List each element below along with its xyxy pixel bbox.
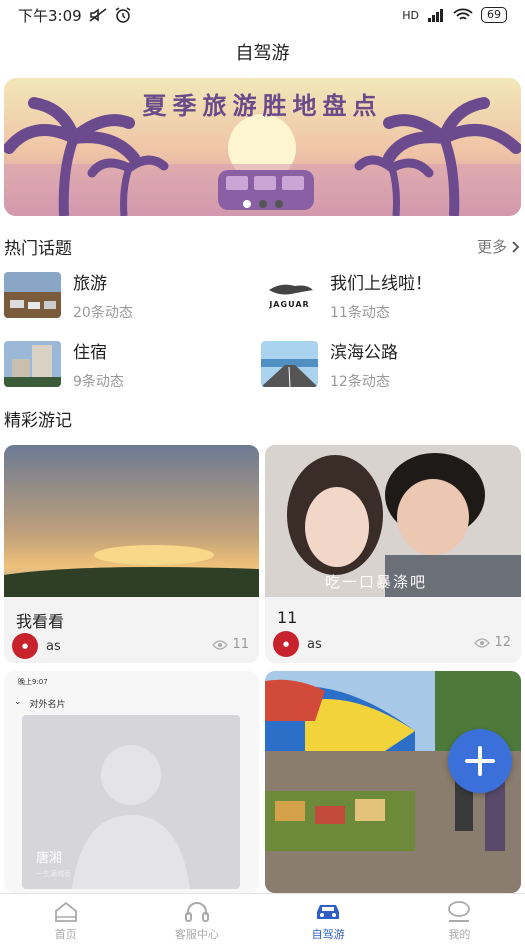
home-icon	[54, 901, 77, 922]
travel-note-card[interactable]: 晚上9:07 ⌄ 对外名片 唐湘 一生满城香	[4, 671, 259, 893]
nav-bar: 自驾游	[0, 30, 525, 74]
screenshot-header: ⌄ 对外名片	[14, 697, 66, 710]
car-icon	[317, 904, 340, 919]
hot-topics-title: 热门话题	[4, 239, 72, 259]
topic-thumbnail	[261, 341, 318, 387]
status-time: 下午3:09	[18, 6, 82, 25]
headset-icon	[184, 901, 209, 922]
card-image-screenshot: 晚上9:07 ⌄ 对外名片 唐湘 一生满城香	[4, 671, 259, 893]
topic-count: 12条动态	[330, 374, 390, 390]
topic-name: 旅游	[73, 274, 107, 294]
more-label: 更多	[476, 238, 507, 256]
card-title: 11	[277, 608, 298, 627]
card-title: 我看看	[16, 612, 65, 631]
topic-item-launch[interactable]: JAGUAR 我们上线啦！ 11条动态	[261, 272, 432, 322]
jaguar-logo-text: JAGUAR	[269, 300, 310, 309]
tab-customer-service[interactable]: 客服中心	[131, 894, 262, 948]
view-count: 11	[232, 637, 249, 652]
topic-name: 滨海公路	[330, 343, 398, 363]
topic-item-coastal-road[interactable]: 滨海公路 12条动态	[261, 341, 398, 391]
signal-icon	[428, 9, 443, 22]
card-author[interactable]: ● as	[12, 633, 61, 659]
topic-thumbnail: JAGUAR	[261, 272, 318, 318]
avatar: ●	[12, 633, 38, 659]
topic-thumbnail	[4, 341, 61, 387]
plus-icon	[465, 746, 495, 776]
chevron-right-icon	[512, 240, 520, 253]
topic-count: 9条动态	[73, 374, 124, 390]
status-bar: 下午3:09 HD 69	[0, 0, 525, 30]
topic-thumbnail	[4, 272, 61, 318]
card-image-sunset	[4, 445, 259, 597]
topic-count: 20条动态	[73, 305, 133, 321]
tab-profile[interactable]: 我的	[394, 894, 525, 948]
tab-home[interactable]: 首页	[0, 894, 131, 948]
card-author[interactable]: ● as	[273, 631, 322, 657]
tab-label: 我的	[448, 927, 471, 941]
topic-item-travel[interactable]: 旅游 20条动态	[4, 272, 133, 322]
travel-notes-title: 精彩游记	[4, 411, 72, 431]
screenshot-person-name: 唐湘	[36, 851, 63, 866]
avatar: ●	[273, 631, 299, 657]
author-name: as	[46, 638, 61, 654]
mute-icon	[89, 8, 107, 22]
carousel-dot[interactable]	[258, 200, 267, 208]
tab-label: 自驾游	[311, 927, 345, 941]
person-icon	[448, 900, 471, 922]
topic-name: 住宿	[73, 343, 107, 363]
chevron-down-icon: ⌄	[14, 697, 22, 707]
alarm-icon	[115, 7, 131, 23]
hot-topics-header: 热门话题 更多	[4, 234, 521, 259]
network-type: HD	[402, 8, 419, 22]
card-views: 12	[474, 635, 511, 650]
view-count: 12	[494, 635, 511, 650]
more-link[interactable]: 更多	[477, 236, 521, 257]
topic-name: 我们上线啦！	[330, 274, 432, 294]
banner-carousel[interactable]: 夏季旅游胜地盘点	[4, 78, 521, 216]
screenshot-card: 唐湘 一生满城香	[22, 715, 240, 889]
page-title: 自驾游	[235, 43, 290, 64]
carousel-dot[interactable]	[274, 200, 283, 208]
travel-notes-header: 精彩游记	[4, 406, 521, 431]
tab-label: 首页	[54, 927, 77, 941]
add-post-button[interactable]	[448, 729, 512, 793]
screenshot-person-sub: 一生满城香	[36, 870, 71, 878]
travel-note-card[interactable]: 我看看 ● as 11	[4, 445, 259, 663]
card-image-caption: 吃一口暴涤吧	[325, 573, 428, 591]
carousel-dot-active[interactable]	[242, 200, 251, 208]
tab-road-trip[interactable]: 自驾游	[263, 894, 394, 948]
topic-count: 11条动态	[330, 305, 390, 321]
screenshot-time: 晚上9:07	[18, 678, 48, 686]
screenshot-header-title: 对外名片	[29, 700, 66, 710]
carousel-dots	[242, 200, 283, 208]
eye-icon	[474, 637, 491, 648]
wifi-icon	[453, 8, 473, 20]
tab-label: 客服中心	[174, 927, 219, 941]
travel-note-card[interactable]: 吃一口暴涤吧 11 ● as 12	[265, 445, 521, 663]
bottom-tab-bar: 首页 客服中心 自驾游 我的	[0, 893, 525, 948]
author-name: as	[307, 636, 322, 652]
banner-title: 夏季旅游胜地盘点	[142, 91, 383, 120]
eye-icon	[212, 639, 229, 650]
battery-indicator: 69	[481, 7, 507, 23]
card-views: 11	[212, 637, 249, 652]
topic-item-lodging[interactable]: 住宿 9条动态	[4, 341, 124, 391]
